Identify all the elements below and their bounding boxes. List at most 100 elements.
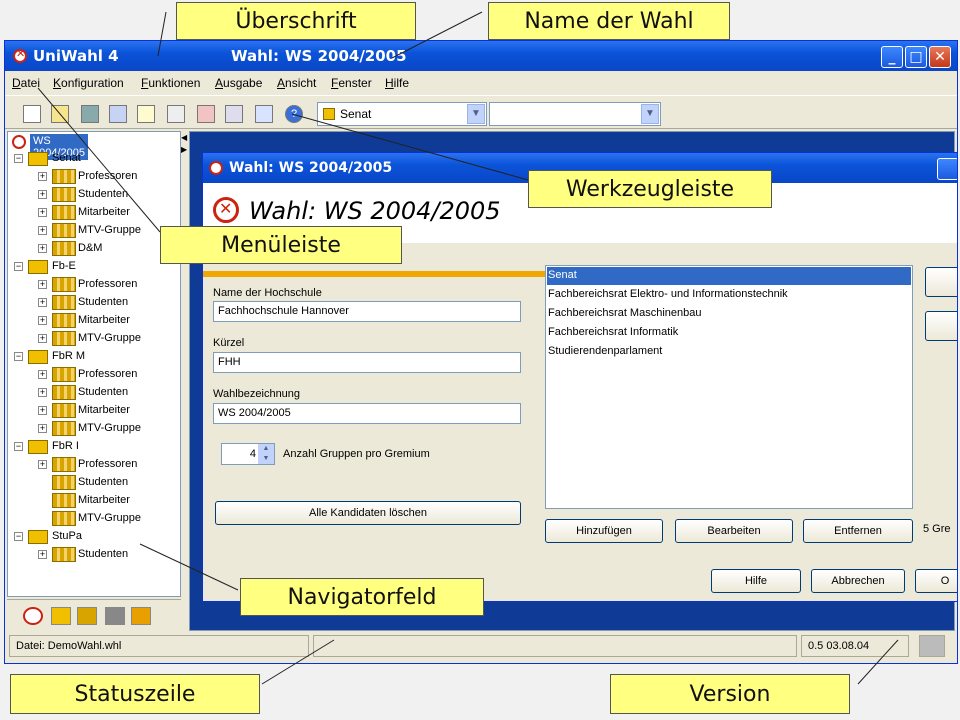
tree-item[interactable]: MTV-Gruppe xyxy=(38,510,178,528)
tree-item[interactable]: + Professoren xyxy=(38,168,178,186)
tree-item[interactable]: + D&M xyxy=(38,240,178,258)
tree-item[interactable]: + Mitarbeiter xyxy=(38,402,178,420)
expand-icon[interactable]: + xyxy=(38,226,47,235)
tree-item[interactable]: + Professoren xyxy=(38,276,178,294)
election-icon[interactable] xyxy=(23,607,43,625)
people-icon[interactable] xyxy=(77,607,97,625)
minimize-button[interactable] xyxy=(937,158,957,180)
expand-icon[interactable]: + xyxy=(38,172,47,181)
move-up-button[interactable] xyxy=(925,267,957,297)
expand-icon[interactable]: + xyxy=(38,208,47,217)
arrow-down-icon[interactable]: ▼ xyxy=(258,454,274,464)
expand-icon[interactable]: + xyxy=(38,424,47,433)
close-button[interactable]: ✕ xyxy=(929,46,951,68)
menu-ansicht[interactable]: Ansicht xyxy=(277,76,316,90)
alle-kandidaten-loeschen-button[interactable]: Alle Kandidaten löschen xyxy=(215,501,521,525)
tools-icon[interactable] xyxy=(167,105,185,123)
move-down-button[interactable] xyxy=(925,311,957,341)
tree-group-stupa[interactable]: − StuPa xyxy=(14,528,174,546)
tree-item[interactable]: Mitarbeiter xyxy=(38,492,178,510)
entfernen-button[interactable]: Entfernen xyxy=(803,519,913,543)
expand-icon[interactable]: + xyxy=(38,244,47,253)
collapse-icon[interactable]: − xyxy=(14,262,23,271)
arrow-up-icon[interactable]: ▲ xyxy=(258,444,274,454)
window-icon[interactable] xyxy=(255,105,273,123)
open-folder-icon[interactable] xyxy=(51,105,69,123)
tree-item[interactable]: + Studenten xyxy=(38,294,178,312)
expand-icon[interactable]: + xyxy=(38,190,47,199)
menu-fenster[interactable]: Fenster xyxy=(331,76,372,90)
help-icon[interactable]: ? xyxy=(285,105,303,123)
navigator-tree[interactable]: WS 2004/2005 − Senat + Professoren + Studen… xyxy=(7,131,181,597)
save-icon[interactable] xyxy=(919,635,945,657)
collapse-icon[interactable]: − xyxy=(14,532,23,541)
bearbeiten-button[interactable]: Bearbeiten xyxy=(675,519,793,543)
new-file-icon[interactable] xyxy=(23,105,41,123)
hilfe-button[interactable]: Hilfe xyxy=(711,569,801,593)
gruppen-stepper[interactable]: 4 ▲ ▼ xyxy=(221,443,275,465)
menu-funktionen[interactable]: Funktionen xyxy=(141,76,200,90)
expand-icon[interactable]: + xyxy=(38,388,47,397)
kuerzel-input[interactable]: FHH xyxy=(213,352,521,373)
collapse-icon[interactable]: − xyxy=(14,352,23,361)
title-bar[interactable]: UniWahl 4 Wahl: WS 2004/2005 _ □ ✕ xyxy=(5,41,957,71)
tree-item[interactable]: + MTV-Gruppe xyxy=(38,420,178,438)
wahlbezeichnung-input[interactable]: WS 2004/2005 xyxy=(213,403,521,424)
chevron-down-icon[interactable]: ▼ xyxy=(467,104,485,124)
candidate-icon[interactable] xyxy=(105,607,125,625)
ok-button[interactable]: O xyxy=(915,569,957,593)
arrow-left-icon[interactable]: ◀ xyxy=(181,133,187,142)
maximize-button[interactable]: □ xyxy=(905,46,927,68)
expand-icon[interactable]: + xyxy=(38,370,47,379)
expand-icon[interactable]: + xyxy=(38,460,47,469)
menu-ausgabe[interactable]: Ausgabe xyxy=(215,76,262,90)
menu-konfiguration[interactable]: Konfiguration xyxy=(53,76,124,90)
list-item[interactable]: Fachbereichsrat Informatik xyxy=(547,324,911,342)
expand-icon[interactable]: + xyxy=(38,280,47,289)
expand-icon[interactable]: + xyxy=(38,406,47,415)
list-item[interactable]: Studierendenparlament xyxy=(547,343,911,361)
splitter[interactable]: ◀ ▶ xyxy=(181,131,189,631)
tree-item[interactable]: + MTV-Gruppe xyxy=(38,330,178,348)
tree-item[interactable]: + Professoren xyxy=(38,366,178,384)
collapse-icon[interactable]: − xyxy=(14,442,23,451)
expand-icon[interactable]: + xyxy=(38,298,47,307)
tree-item[interactable]: + Studenten xyxy=(38,546,178,564)
delete-candidate-icon[interactable] xyxy=(131,607,151,625)
hinzufuegen-button[interactable]: Hinzufügen xyxy=(545,519,663,543)
minimize-button[interactable]: _ xyxy=(881,46,903,68)
group-select[interactable]: ▼ xyxy=(489,102,661,126)
edit-icon[interactable] xyxy=(225,105,243,123)
save-icon[interactable] xyxy=(81,105,99,123)
print-icon[interactable] xyxy=(197,105,215,123)
tree-group-fbr-i[interactable]: − FbR I xyxy=(14,438,174,456)
document-icon[interactable] xyxy=(137,105,155,123)
menu-hilfe[interactable]: Hilfe xyxy=(385,76,409,90)
tree-item[interactable]: + Studenten xyxy=(38,186,178,204)
gremium-icon[interactable] xyxy=(51,607,71,625)
tree-group-senat[interactable]: − Senat xyxy=(14,150,174,168)
expand-icon[interactable]: + xyxy=(38,334,47,343)
tree-item[interactable]: + Mitarbeiter xyxy=(38,312,178,330)
arrow-right-icon[interactable]: ▶ xyxy=(181,145,187,154)
menu-datei[interactable]: Datei xyxy=(12,76,40,90)
expand-icon[interactable]: + xyxy=(38,316,47,325)
tree-item[interactable]: + Mitarbeiter xyxy=(38,204,178,222)
list-item[interactable]: Fachbereichsrat Maschinenbau xyxy=(547,305,911,323)
gremien-list[interactable]: Senat Fachbereichsrat Elektro- und Infor… xyxy=(545,265,913,509)
chevron-down-icon[interactable]: ▼ xyxy=(641,104,659,124)
tree-group-fbr-m[interactable]: − FbR M xyxy=(14,348,174,366)
abbrechen-button[interactable]: Abbrechen xyxy=(811,569,905,593)
list-item[interactable]: Fachbereichsrat Elektro- und Information… xyxy=(547,286,911,304)
tree-item[interactable]: + Studenten xyxy=(38,384,178,402)
list-item[interactable]: Senat xyxy=(547,267,911,285)
expand-icon[interactable]: + xyxy=(38,550,47,559)
tree-item[interactable]: + MTV-Gruppe xyxy=(38,222,178,240)
tree-group-fb-e[interactable]: − Fb-E xyxy=(14,258,174,276)
hochschule-input[interactable]: Fachhochschule Hannover xyxy=(213,301,521,322)
gremium-select[interactable]: Senat ▼ xyxy=(317,102,487,126)
tree-item[interactable]: + Professoren xyxy=(38,456,178,474)
collapse-icon[interactable]: − xyxy=(14,154,23,163)
tree-item[interactable]: Studenten xyxy=(38,474,178,492)
list-icon[interactable] xyxy=(109,105,127,123)
